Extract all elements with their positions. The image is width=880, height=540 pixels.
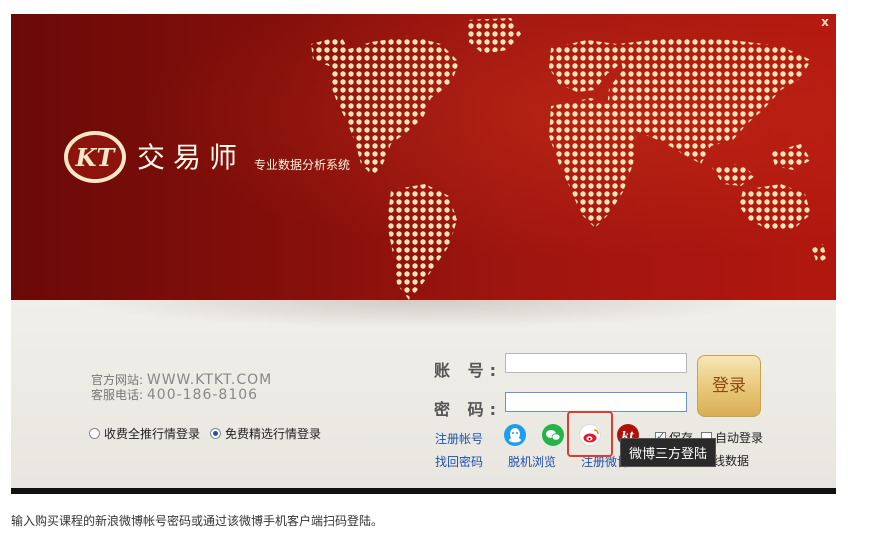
weibo-tooltip: 微博三方登陆 (620, 438, 717, 467)
radio-free-mode[interactable] (210, 428, 222, 439)
world-map-graphic (311, 18, 827, 300)
login-button[interactable]: 登录 (697, 355, 761, 417)
screen: x KT 交易师 专业数据分析系统 官方网站: WWW.KTKT.COM 客服电… (0, 0, 880, 540)
site-info: 官方网站: WWW.KTKT.COM 客服电话: 400-186-8106 (91, 373, 272, 403)
website-line: 官方网站: WWW.KTKT.COM (91, 373, 272, 388)
close-button[interactable]: x (818, 15, 832, 29)
login-dialog: x KT 交易师 专业数据分析系统 官方网站: WWW.KTKT.COM 客服电… (11, 14, 836, 494)
phone-line: 客服电话: 400-186-8106 (91, 388, 272, 403)
paid-mode-label[interactable]: 收费全推行情登录 (104, 425, 200, 442)
brand-name: 交易师 (137, 141, 246, 174)
offline-browse-link[interactable]: 脱机浏览 (508, 453, 556, 470)
radio-paid-mode[interactable] (89, 428, 100, 439)
login-panel: 官方网站: WWW.KTKT.COM 客服电话: 400-186-8106 收费… (11, 300, 836, 488)
wechat-icon[interactable] (542, 424, 564, 446)
brand-subtitle: 专业数据分析系统 (254, 158, 351, 172)
kt-logo-icon: KT (64, 131, 126, 183)
account-input[interactable] (505, 353, 687, 373)
footer-hint: 输入购买课程的新浪微博帐号密码或通过该微博手机客户端扫码登陆。 (11, 514, 384, 528)
svg-text:KT: KT (75, 143, 117, 172)
weibo-highlight-box (567, 411, 613, 457)
qq-icon[interactable] (504, 424, 526, 446)
website-label: 官方网站: (91, 373, 144, 387)
register-link[interactable]: 注册帐号 (435, 430, 483, 447)
auto-login-label[interactable]: 自动登录 (715, 429, 763, 446)
free-mode-label[interactable]: 免费精选行情登录 (225, 425, 321, 442)
phone-value: 400-186-8106 (146, 387, 259, 403)
banner: KT 交易师 专业数据分析系统 (11, 14, 836, 300)
phone-label: 客服电话: (91, 388, 144, 402)
forgot-password-link[interactable]: 找回密码 (435, 453, 483, 470)
login-mode-group: 收费全推行情登录 免费精选行情登录 (89, 425, 321, 442)
account-label: 账 号: (434, 361, 502, 380)
website-value: WWW.KTKT.COM (146, 372, 273, 388)
password-input[interactable] (505, 392, 687, 412)
password-label: 密 码: (434, 400, 502, 419)
dialog-bottom-bar (11, 488, 836, 494)
